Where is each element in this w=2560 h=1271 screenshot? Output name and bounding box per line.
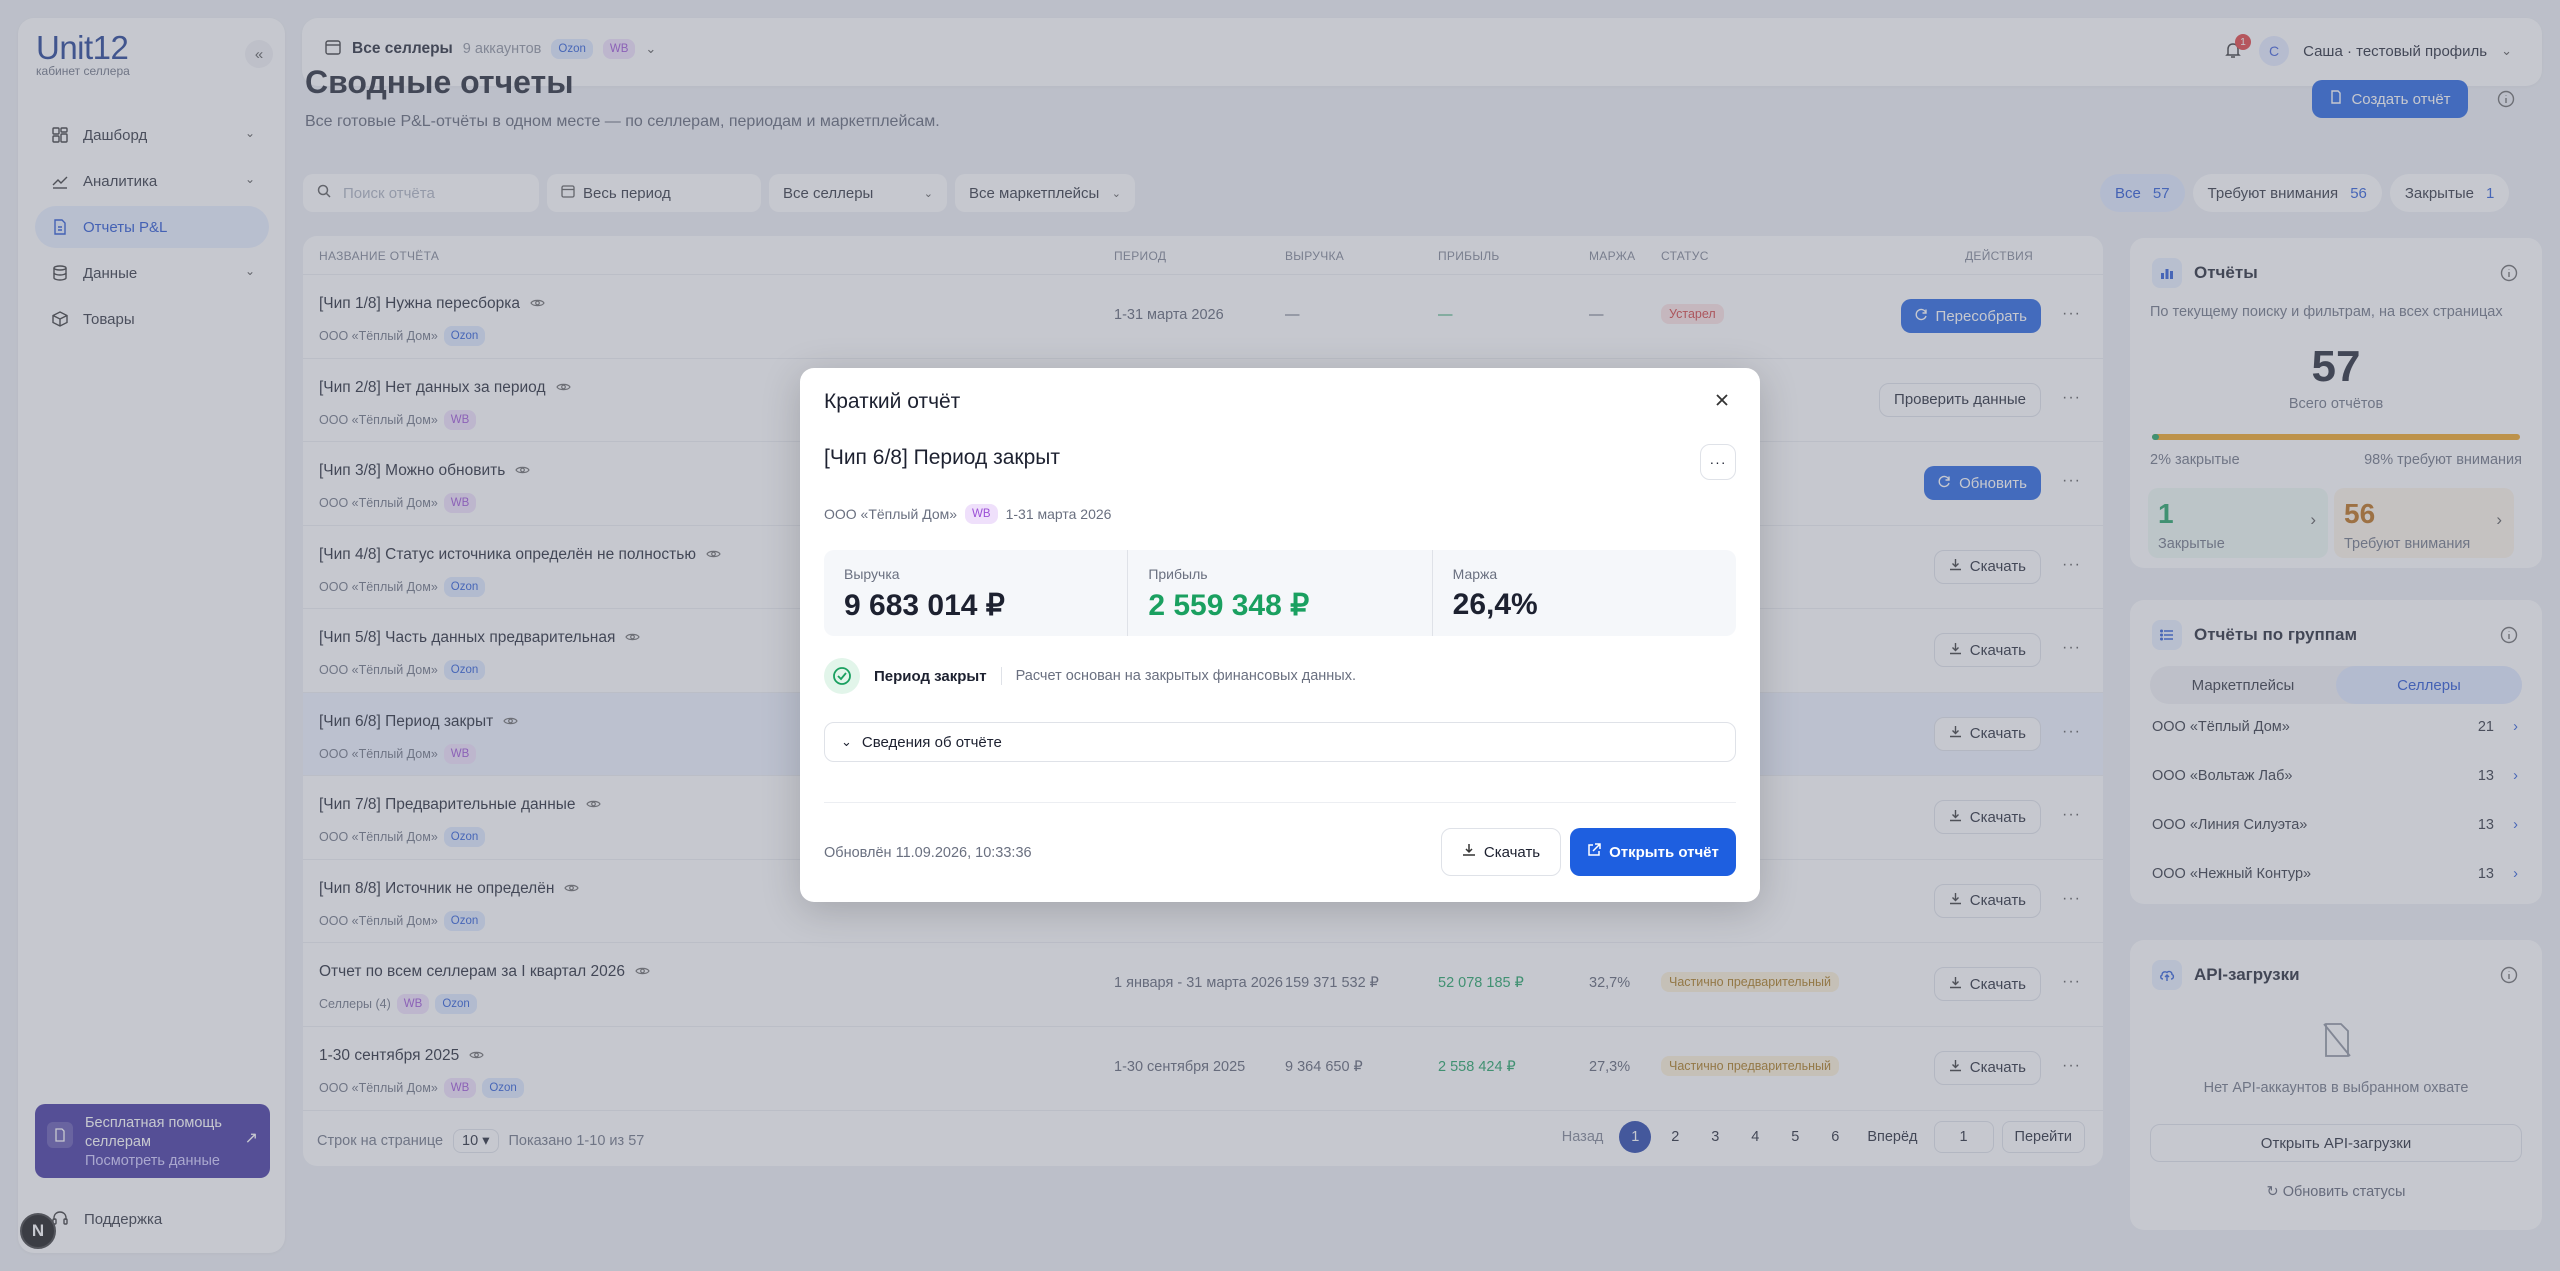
open-report-label: Открыть отчёт	[1609, 843, 1719, 861]
kpi-label: Маржа	[1452, 566, 1498, 582]
more-options-button[interactable]: ···	[1700, 444, 1736, 480]
status-description: Расчет основан на закрытых финансовых да…	[1015, 668, 1356, 684]
accordion-label: Сведения об отчёте	[861, 733, 1002, 751]
updated-timestamp: Обновлён 11.09.2026, 10:33:36	[824, 845, 1032, 861]
kpi-value: 2 559 348 ₽	[1148, 589, 1310, 622]
modal-period: 1-31 марта 2026	[1005, 506, 1112, 522]
divider	[824, 802, 1736, 803]
download-icon	[1462, 843, 1476, 861]
wb-chip: WB	[965, 504, 998, 524]
kpi-profit: Прибыль 2 559 348 ₽	[1127, 550, 1431, 636]
status-title: Период закрыт	[874, 667, 987, 685]
kpi-value: 9 683 014 ₽	[844, 589, 1005, 622]
kpi-margin: Маржа 26,4%	[1431, 550, 1736, 636]
kpi-revenue: Выручка 9 683 014 ₽	[824, 550, 1127, 636]
kpi-panel: Выручка 9 683 014 ₽ Прибыль 2 559 348 ₽ Ма…	[824, 550, 1736, 636]
modal-title: Краткий отчёт	[824, 390, 961, 413]
modal-org: ООО «Тёплый Дом»	[824, 506, 958, 522]
report-summary-modal: Краткий отчёт [Чип 6/8] Период закрыт ··…	[800, 368, 1760, 902]
report-details-accordion[interactable]: ⌄ Сведения об отчёте	[824, 722, 1736, 762]
external-link-icon	[1587, 843, 1601, 861]
kpi-label: Прибыль	[1148, 566, 1208, 582]
modal-report-meta: ООО «Тёплый Дом» WB 1-31 марта 2026	[824, 504, 1111, 524]
modal-status: Период закрыт Расчет основан на закрытых…	[824, 658, 1356, 694]
download-label: Скачать	[1483, 843, 1541, 861]
modal-report-name: [Чип 6/8] Период закрыт	[824, 446, 1061, 469]
download-button[interactable]: Скачать	[1441, 828, 1561, 876]
chevron-down-icon: ⌄	[841, 734, 852, 749]
more-horizontal-icon: ···	[1709, 454, 1727, 470]
close-icon[interactable]	[1712, 390, 1734, 412]
divider	[1000, 667, 1002, 685]
kpi-value: 26,4%	[1452, 588, 1538, 621]
kpi-label: Выручка	[844, 566, 900, 582]
check-circle-icon	[824, 658, 860, 694]
open-report-button[interactable]: Открыть отчёт	[1570, 828, 1736, 876]
